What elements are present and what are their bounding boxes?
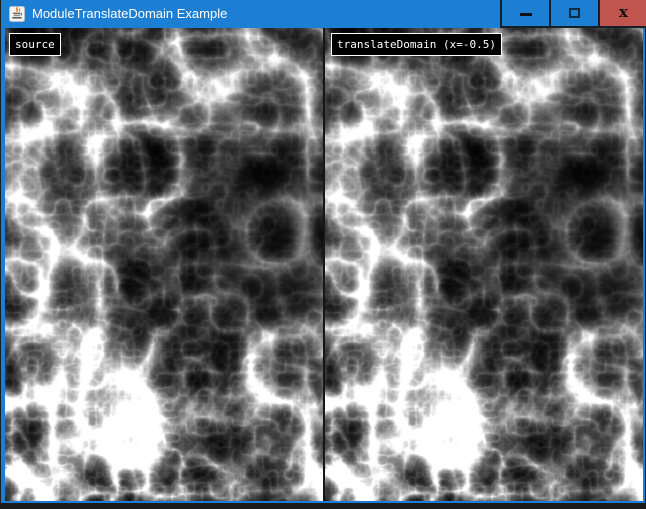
translate-panel-label: translateDomain (x=-0.5) — [331, 33, 502, 56]
close-icon: x — [619, 5, 628, 20]
window-controls: x — [500, 0, 646, 28]
source-noise-image — [5, 28, 323, 501]
minimize-icon — [520, 13, 532, 16]
close-button[interactable]: x — [598, 0, 646, 28]
minimize-button[interactable] — [500, 0, 549, 28]
screenshot-root: ModuleTranslateDomain Example x source t… — [0, 0, 646, 509]
translate-domain-noise-image — [325, 28, 643, 501]
render-area: source translateDomain (x=-0.5) — [5, 28, 643, 501]
maximize-button[interactable] — [549, 0, 598, 28]
maximize-icon — [569, 8, 580, 18]
app-window: ModuleTranslateDomain Example x source t… — [0, 0, 646, 504]
titlebar[interactable]: ModuleTranslateDomain Example x — [1, 0, 646, 28]
source-panel-label: source — [9, 33, 61, 56]
window-title: ModuleTranslateDomain Example — [32, 0, 227, 28]
java-coffee-cup-icon — [9, 6, 25, 22]
desktop-background-strip — [0, 504, 646, 509]
